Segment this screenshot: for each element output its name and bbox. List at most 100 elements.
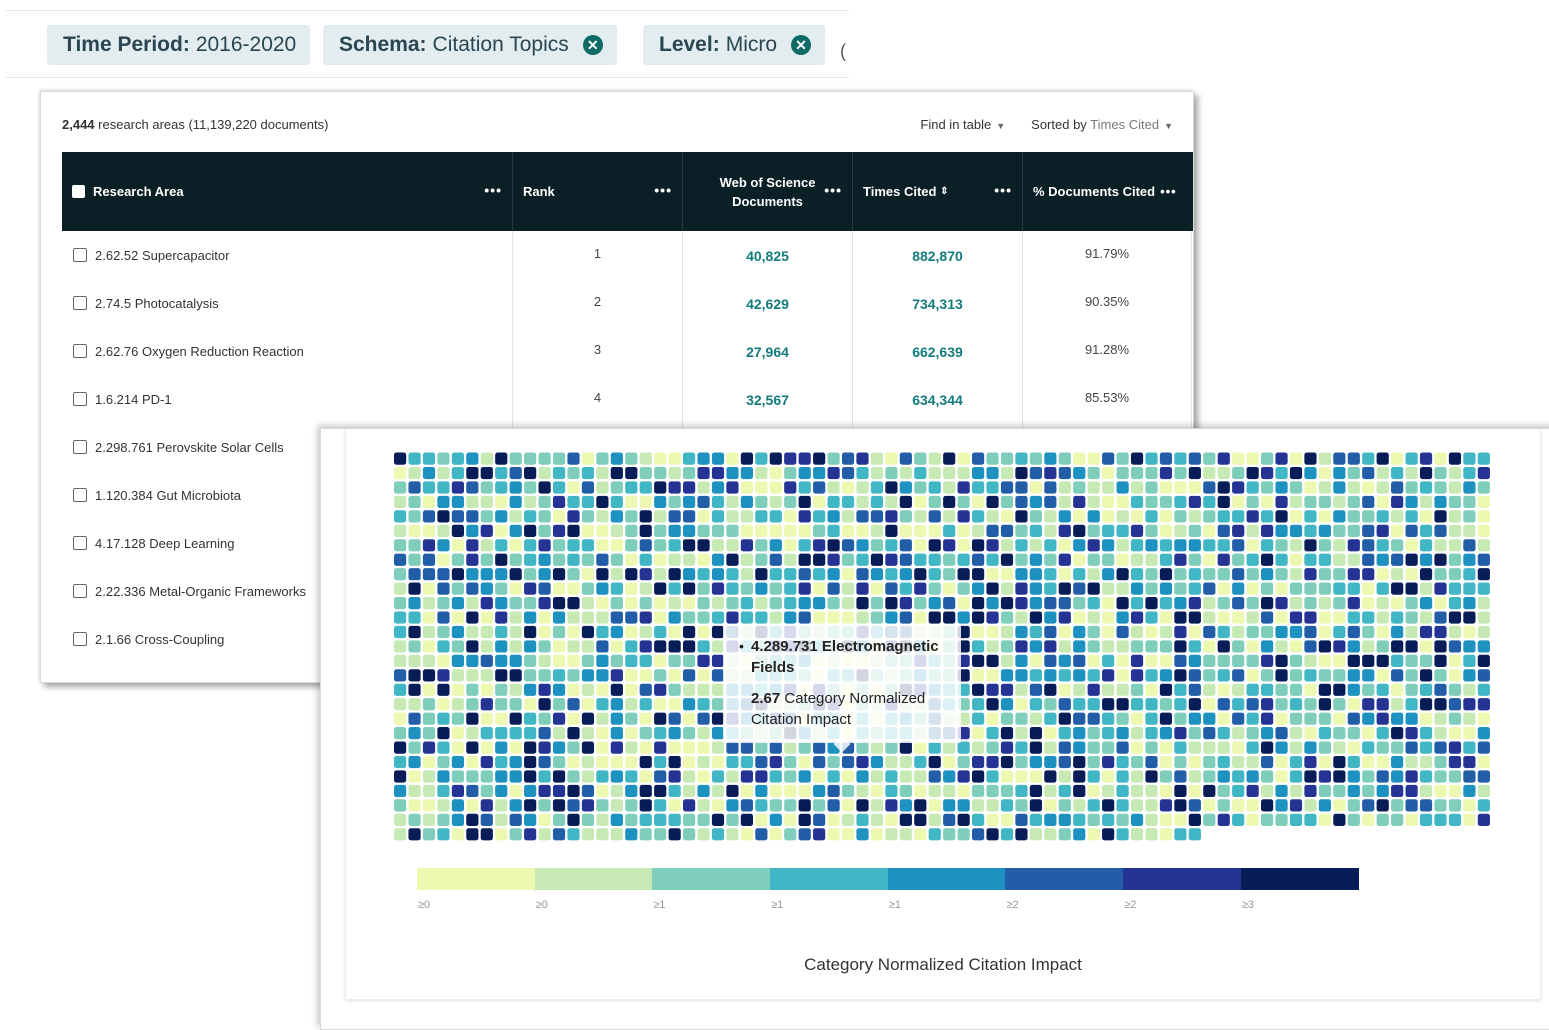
heatmap-cell[interactable] — [856, 799, 869, 812]
heatmap-cell[interactable] — [769, 568, 782, 581]
heatmap-cell[interactable] — [1116, 611, 1129, 624]
heatmap-cell[interactable] — [1232, 510, 1245, 523]
heatmap-cell[interactable] — [827, 481, 840, 494]
heatmap-cell[interactable] — [827, 755, 840, 769]
heatmap-cell[interactable] — [957, 553, 970, 566]
heatmap-cell[interactable] — [1174, 524, 1187, 537]
heatmap-cell[interactable] — [1188, 510, 1201, 523]
heatmap-cell[interactable] — [798, 611, 811, 624]
heatmap-cell[interactable] — [1217, 669, 1230, 682]
heatmap-cell[interactable] — [1477, 799, 1490, 812]
heatmap-cell[interactable] — [1116, 712, 1129, 725]
heatmap-cell[interactable] — [1434, 799, 1447, 812]
heatmap-cell[interactable] — [1347, 741, 1360, 754]
heatmap-cell[interactable] — [1304, 698, 1317, 711]
heatmap-cell[interactable] — [1044, 553, 1057, 566]
heatmap-cell[interactable] — [1232, 799, 1245, 812]
heatmap-cell[interactable] — [610, 799, 623, 812]
heatmap-cell[interactable] — [1419, 625, 1433, 639]
heatmap-cell[interactable] — [1405, 481, 1418, 494]
table-row[interactable]: 2.62.76 Oxygen Reduction Reaction 3 27,964… — [62, 327, 1193, 375]
heatmap-cell[interactable] — [1203, 712, 1216, 725]
heatmap-cell[interactable] — [1261, 770, 1274, 783]
heatmap-cell[interactable] — [451, 568, 464, 581]
heatmap-cell[interactable] — [596, 698, 609, 711]
heatmap-cell[interactable] — [1304, 466, 1317, 480]
heatmap-cell[interactable] — [856, 582, 869, 595]
heatmap-cell[interactable] — [1246, 495, 1259, 509]
heatmap-cell[interactable] — [1477, 712, 1490, 725]
heatmap-cell[interactable] — [885, 481, 898, 494]
heatmap-cell[interactable] — [552, 539, 566, 552]
heatmap-cell[interactable] — [466, 597, 479, 610]
heatmap-cell[interactable] — [1044, 712, 1057, 725]
heatmap-cell[interactable] — [1434, 466, 1447, 480]
heatmap-cell[interactable] — [1029, 683, 1042, 696]
heatmap-cell[interactable] — [1188, 611, 1201, 624]
heatmap-cell[interactable] — [1000, 582, 1014, 595]
heatmap-cell[interactable] — [538, 741, 551, 754]
heatmap-cell[interactable] — [856, 828, 869, 841]
heatmap-cell[interactable] — [1130, 568, 1144, 581]
heatmap-cell[interactable] — [1318, 813, 1331, 826]
heatmap-cell[interactable] — [1058, 654, 1071, 667]
heatmap-cell[interactable] — [755, 568, 768, 581]
heatmap-cell[interactable] — [1029, 568, 1042, 581]
heatmap-cell[interactable] — [769, 741, 782, 754]
heatmap-cell[interactable] — [1159, 799, 1173, 812]
heatmap-cell[interactable] — [1159, 553, 1173, 566]
heatmap-cell[interactable] — [1362, 799, 1375, 812]
heatmap-cell[interactable] — [1058, 813, 1071, 826]
heatmap-cell[interactable] — [1318, 510, 1331, 523]
heatmap-cell[interactable] — [1289, 568, 1303, 581]
heatmap-cell[interactable] — [408, 452, 421, 465]
heatmap-cell[interactable] — [1261, 712, 1274, 725]
heatmap-cell[interactable] — [972, 813, 985, 826]
heatmap-cell[interactable] — [581, 784, 595, 798]
heatmap-cell[interactable] — [972, 510, 985, 523]
heatmap-cell[interactable] — [1029, 625, 1042, 639]
heatmap-cell[interactable] — [1448, 539, 1462, 552]
heatmap-cell[interactable] — [769, 510, 782, 523]
heatmap-cell[interactable] — [596, 813, 609, 826]
heatmap-cell[interactable] — [914, 770, 927, 783]
heatmap-cell[interactable] — [1463, 755, 1476, 769]
heatmap-cell[interactable] — [394, 640, 407, 653]
heatmap-cell[interactable] — [1333, 784, 1346, 798]
heatmap-cell[interactable] — [755, 524, 768, 537]
heatmap-cell[interactable] — [943, 813, 956, 826]
heatmap-cell[interactable] — [1203, 625, 1216, 639]
heatmap-cell[interactable] — [1419, 611, 1433, 624]
heatmap-cell[interactable] — [1304, 553, 1317, 566]
heatmap-cell[interactable] — [1015, 669, 1028, 682]
heatmap-cell[interactable] — [1174, 784, 1187, 798]
heatmap-cell[interactable] — [1463, 452, 1476, 465]
heatmap-cell[interactable] — [509, 582, 522, 595]
heatmap-cell[interactable] — [408, 770, 421, 783]
heatmap-cell[interactable] — [1232, 683, 1245, 696]
heatmap-cell[interactable] — [1275, 683, 1288, 696]
heatmap-cell[interactable] — [1463, 698, 1476, 711]
heatmap-cell[interactable] — [552, 669, 566, 682]
heatmap-cell[interactable] — [1318, 481, 1331, 494]
heatmap-cell[interactable] — [726, 495, 739, 509]
heatmap-cell[interactable] — [1318, 654, 1331, 667]
heatmap-cell[interactable] — [683, 727, 696, 740]
heatmap-cell[interactable] — [1217, 640, 1230, 653]
heatmap-cell[interactable] — [1304, 495, 1317, 509]
heatmap-cell[interactable] — [755, 770, 768, 783]
heatmap-cell[interactable] — [1174, 727, 1187, 740]
heatmap-cell[interactable] — [524, 539, 537, 552]
heatmap-cell[interactable] — [1477, 611, 1490, 624]
heatmap-cell[interactable] — [1058, 640, 1071, 653]
heatmap-cell[interactable] — [1087, 741, 1100, 754]
heatmap-cell[interactable] — [1087, 510, 1100, 523]
heatmap-cell[interactable] — [480, 813, 493, 826]
heatmap-cell[interactable] — [1289, 683, 1303, 696]
heatmap-cell[interactable] — [1391, 611, 1404, 624]
heatmap-cell[interactable] — [567, 524, 580, 537]
heatmap-cell[interactable] — [639, 625, 652, 639]
heatmap-cell[interactable] — [451, 683, 464, 696]
heatmap-cell[interactable] — [1448, 741, 1462, 754]
heatmap-cell[interactable] — [1203, 799, 1216, 812]
